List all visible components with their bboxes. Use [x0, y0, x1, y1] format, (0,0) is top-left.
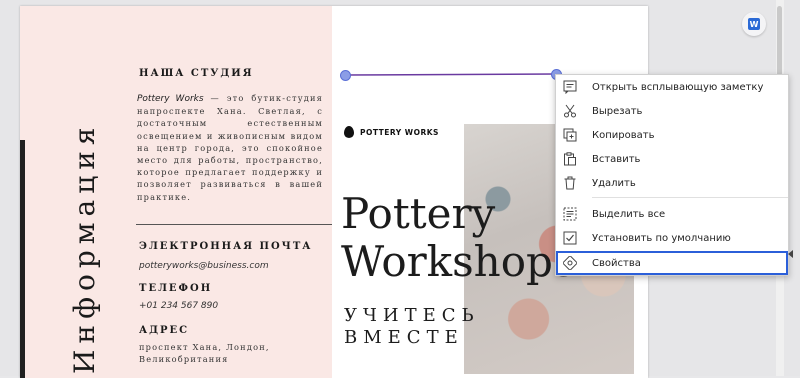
menu-item-delete[interactable]: Удалить	[556, 171, 788, 195]
menu-item-copy[interactable]: Копировать	[556, 123, 788, 147]
menu-item-label: Установить по умолчанию	[592, 232, 731, 244]
word-export-button[interactable]: W	[742, 12, 766, 36]
note-icon	[561, 78, 579, 96]
paste-icon	[561, 150, 579, 168]
menu-item-label: Выделить все	[592, 208, 666, 220]
menu-separator	[592, 197, 788, 198]
menu-item-paste[interactable]: Вставить	[556, 147, 788, 171]
menu-item-label: Вырезать	[592, 105, 643, 117]
copy-icon	[561, 126, 579, 144]
submenu-caret-icon	[788, 250, 793, 258]
word-icon: W	[748, 18, 760, 30]
checkbox-icon	[561, 229, 579, 247]
context-menu: Открыть всплывающую заметку Вырезать Коп…	[555, 74, 789, 276]
scrollbar-thumb[interactable]	[777, 6, 782, 76]
menu-item-label: Копировать	[592, 129, 655, 141]
menu-item-label: Удалить	[592, 177, 636, 189]
menu-item-cut[interactable]: Вырезать	[556, 99, 788, 123]
scissors-icon	[561, 102, 579, 120]
menu-item-label: Свойства	[592, 257, 641, 269]
select-all-icon	[561, 205, 579, 223]
menu-item-label: Открыть всплывающую заметку	[592, 81, 764, 93]
document-viewer: Информация НАША СТУДИЯ Pottery Works — э…	[0, 0, 800, 378]
menu-item-open-popup-note[interactable]: Открыть всплывающую заметку	[556, 75, 788, 99]
menu-item-select-all[interactable]: Выделить все	[556, 202, 788, 226]
menu-item-set-default[interactable]: Установить по умолчанию	[556, 226, 788, 250]
menu-item-label: Вставить	[592, 153, 641, 165]
annotation-line[interactable]	[344, 73, 557, 76]
menu-item-properties[interactable]: Свойства	[556, 251, 788, 275]
properties-icon	[561, 254, 579, 272]
annotation-start-handle[interactable]	[340, 70, 351, 81]
trash-icon	[561, 174, 579, 192]
